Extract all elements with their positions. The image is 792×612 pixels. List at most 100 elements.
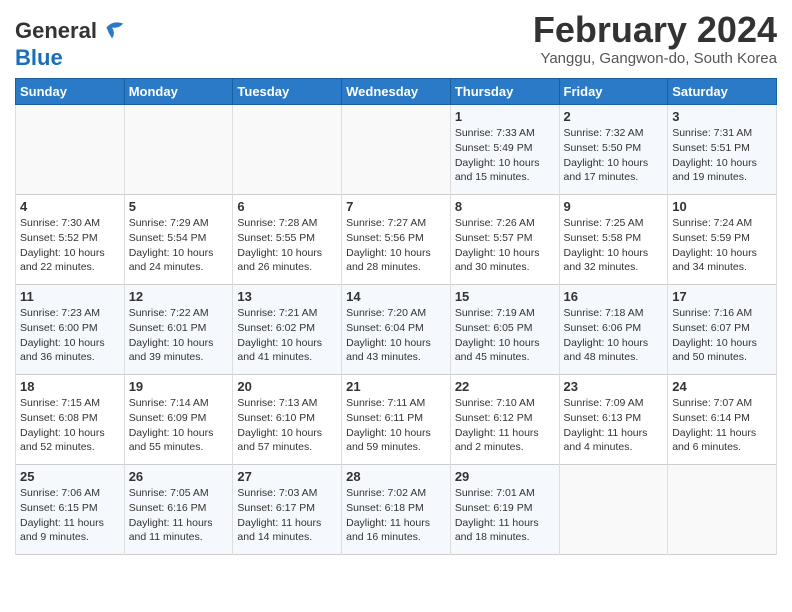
day-number: 24 (672, 379, 772, 394)
logo-general: General (15, 18, 97, 43)
calendar-cell: 28 Sunrise: 7:02 AM Sunset: 6:18 PM Dayli… (342, 465, 451, 555)
day-info: Sunrise: 7:22 AM Sunset: 6:01 PM Dayligh… (129, 306, 229, 365)
weekday-header-tuesday: Tuesday (233, 79, 342, 105)
weekday-header-sunday: Sunday (16, 79, 125, 105)
day-info: Sunrise: 7:15 AM Sunset: 6:08 PM Dayligh… (20, 396, 120, 455)
calendar-cell: 3 Sunrise: 7:31 AM Sunset: 5:51 PM Daylig… (668, 105, 777, 195)
calendar-cell: 10Sunrise: 7:24 AM Sunset: 5:59 PM Dayli… (668, 195, 777, 285)
day-number: 11 (20, 289, 120, 304)
day-number: 26 (129, 469, 229, 484)
day-number: 27 (237, 469, 337, 484)
day-number: 13 (237, 289, 337, 304)
day-number: 8 (455, 199, 555, 214)
calendar-week-row: 18 Sunrise: 7:15 AM Sunset: 6:08 PM Dayli… (16, 375, 777, 465)
calendar-week-row: 25 Sunrise: 7:06 AM Sunset: 6:15 PM Dayli… (16, 465, 777, 555)
day-info: Sunrise: 7:21 AM Sunset: 6:02 PM Dayligh… (237, 306, 337, 365)
logo-bird-icon (99, 18, 127, 46)
calendar-cell: 5Sunrise: 7:29 AM Sunset: 5:54 PM Daylig… (124, 195, 233, 285)
calendar-cell: 1 Sunrise: 7:33 AM Sunset: 5:49 PM Daylig… (450, 105, 559, 195)
day-number: 28 (346, 469, 446, 484)
logo-blue: Blue (15, 45, 63, 70)
page-header: General Blue February 2024 Yanggu, Gangw… (15, 10, 777, 70)
day-info: Sunrise: 7:32 AM Sunset: 5:50 PM Dayligh… (564, 126, 664, 185)
day-info: Sunrise: 7:20 AM Sunset: 6:04 PM Dayligh… (346, 306, 446, 365)
month-title: February 2024 (533, 10, 777, 50)
day-info: Sunrise: 7:26 AM Sunset: 5:57 PM Dayligh… (455, 216, 555, 275)
calendar-cell: 29 Sunrise: 7:01 AM Sunset: 6:19 PM Dayli… (450, 465, 559, 555)
calendar-week-row: 1 Sunrise: 7:33 AM Sunset: 5:49 PM Daylig… (16, 105, 777, 195)
day-info: Sunrise: 7:09 AM Sunset: 6:13 PM Dayligh… (564, 396, 664, 455)
day-info: Sunrise: 7:27 AM Sunset: 5:56 PM Dayligh… (346, 216, 446, 275)
calendar-cell: 19 Sunrise: 7:14 AM Sunset: 6:09 PM Dayli… (124, 375, 233, 465)
day-number: 2 (564, 109, 664, 124)
calendar-table: SundayMondayTuesdayWednesdayThursdayFrid… (15, 78, 777, 555)
day-info: Sunrise: 7:33 AM Sunset: 5:49 PM Dayligh… (455, 126, 555, 185)
title-area: February 2024 Yanggu, Gangwon-do, South … (533, 10, 777, 67)
calendar-cell: 7 Sunrise: 7:27 AM Sunset: 5:56 PM Daylig… (342, 195, 451, 285)
calendar-cell: 21Sunrise: 7:11 AM Sunset: 6:11 PM Dayli… (342, 375, 451, 465)
day-number: 3 (672, 109, 772, 124)
day-number: 4 (20, 199, 120, 214)
calendar-week-row: 11 Sunrise: 7:23 AM Sunset: 6:00 PM Dayli… (16, 285, 777, 375)
day-number: 22 (455, 379, 555, 394)
calendar-cell (16, 105, 125, 195)
calendar-cell: 15 Sunrise: 7:19 AM Sunset: 6:05 PM Dayli… (450, 285, 559, 375)
day-info: Sunrise: 7:28 AM Sunset: 5:55 PM Dayligh… (237, 216, 337, 275)
day-info: Sunrise: 7:19 AM Sunset: 6:05 PM Dayligh… (455, 306, 555, 365)
calendar-cell (342, 105, 451, 195)
day-number: 1 (455, 109, 555, 124)
weekday-header-row: SundayMondayTuesdayWednesdayThursdayFrid… (16, 79, 777, 105)
day-info: Sunrise: 7:24 AM Sunset: 5:59 PM Dayligh… (672, 216, 772, 275)
day-info: Sunrise: 7:07 AM Sunset: 6:14 PM Dayligh… (672, 396, 772, 455)
calendar-cell (668, 465, 777, 555)
day-info: Sunrise: 7:14 AM Sunset: 6:09 PM Dayligh… (129, 396, 229, 455)
day-info: Sunrise: 7:05 AM Sunset: 6:16 PM Dayligh… (129, 486, 229, 545)
location-title: Yanggu, Gangwon-do, South Korea (533, 50, 777, 67)
day-number: 18 (20, 379, 120, 394)
day-info: Sunrise: 7:11 AM Sunset: 6:11 PM Dayligh… (346, 396, 446, 455)
calendar-cell: 27 Sunrise: 7:03 AM Sunset: 6:17 PM Dayli… (233, 465, 342, 555)
day-number: 25 (20, 469, 120, 484)
calendar-cell: 8 Sunrise: 7:26 AM Sunset: 5:57 PM Daylig… (450, 195, 559, 285)
calendar-cell: 13 Sunrise: 7:21 AM Sunset: 6:02 PM Dayli… (233, 285, 342, 375)
day-number: 16 (564, 289, 664, 304)
day-number: 14 (346, 289, 446, 304)
day-number: 15 (455, 289, 555, 304)
day-info: Sunrise: 7:30 AM Sunset: 5:52 PM Dayligh… (20, 216, 120, 275)
day-info: Sunrise: 7:01 AM Sunset: 6:19 PM Dayligh… (455, 486, 555, 545)
calendar-cell: 24 Sunrise: 7:07 AM Sunset: 6:14 PM Dayli… (668, 375, 777, 465)
calendar-cell: 18 Sunrise: 7:15 AM Sunset: 6:08 PM Dayli… (16, 375, 125, 465)
calendar-cell (559, 465, 668, 555)
day-info: Sunrise: 7:23 AM Sunset: 6:00 PM Dayligh… (20, 306, 120, 365)
day-info: Sunrise: 7:06 AM Sunset: 6:15 PM Dayligh… (20, 486, 120, 545)
day-info: Sunrise: 7:13 AM Sunset: 6:10 PM Dayligh… (237, 396, 337, 455)
day-number: 19 (129, 379, 229, 394)
calendar-cell: 17Sunrise: 7:16 AM Sunset: 6:07 PM Dayli… (668, 285, 777, 375)
day-number: 7 (346, 199, 446, 214)
weekday-header-friday: Friday (559, 79, 668, 105)
day-number: 20 (237, 379, 337, 394)
weekday-header-wednesday: Wednesday (342, 79, 451, 105)
day-number: 29 (455, 469, 555, 484)
day-info: Sunrise: 7:31 AM Sunset: 5:51 PM Dayligh… (672, 126, 772, 185)
day-number: 5 (129, 199, 229, 214)
calendar-cell: 20 Sunrise: 7:13 AM Sunset: 6:10 PM Dayli… (233, 375, 342, 465)
calendar-cell: 26 Sunrise: 7:05 AM Sunset: 6:16 PM Dayli… (124, 465, 233, 555)
weekday-header-monday: Monday (124, 79, 233, 105)
calendar-cell: 12Sunrise: 7:22 AM Sunset: 6:01 PM Dayli… (124, 285, 233, 375)
day-info: Sunrise: 7:02 AM Sunset: 6:18 PM Dayligh… (346, 486, 446, 545)
day-info: Sunrise: 7:10 AM Sunset: 6:12 PM Dayligh… (455, 396, 555, 455)
calendar-week-row: 4 Sunrise: 7:30 AM Sunset: 5:52 PM Daylig… (16, 195, 777, 285)
calendar-cell: 14 Sunrise: 7:20 AM Sunset: 6:04 PM Dayli… (342, 285, 451, 375)
calendar-cell: 6 Sunrise: 7:28 AM Sunset: 5:55 PM Daylig… (233, 195, 342, 285)
calendar-cell: 4 Sunrise: 7:30 AM Sunset: 5:52 PM Daylig… (16, 195, 125, 285)
calendar-cell: 25 Sunrise: 7:06 AM Sunset: 6:15 PM Dayli… (16, 465, 125, 555)
weekday-header-thursday: Thursday (450, 79, 559, 105)
day-number: 6 (237, 199, 337, 214)
calendar-cell (233, 105, 342, 195)
calendar-cell: 11 Sunrise: 7:23 AM Sunset: 6:00 PM Dayli… (16, 285, 125, 375)
day-info: Sunrise: 7:03 AM Sunset: 6:17 PM Dayligh… (237, 486, 337, 545)
weekday-header-saturday: Saturday (668, 79, 777, 105)
calendar-cell: 22 Sunrise: 7:10 AM Sunset: 6:12 PM Dayli… (450, 375, 559, 465)
day-info: Sunrise: 7:16 AM Sunset: 6:07 PM Dayligh… (672, 306, 772, 365)
